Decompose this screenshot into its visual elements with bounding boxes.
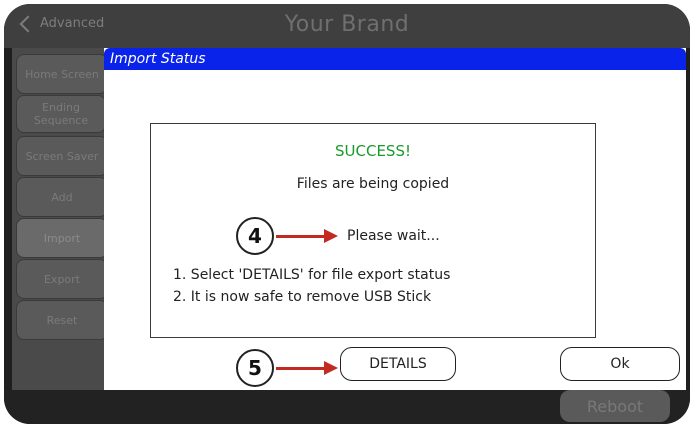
success-text: SUCCESS! — [335, 142, 411, 160]
sidebar-item-screen-saver[interactable]: Screen Saver — [16, 136, 108, 176]
sidebar-item-home-screen[interactable]: Home Screen — [16, 54, 108, 94]
message-box: SUCCESS! Files are being copied Please w… — [150, 123, 596, 338]
reboot-button[interactable]: Reboot — [560, 390, 670, 422]
callout-5: 5 — [236, 349, 274, 387]
please-wait-text: Please wait... — [347, 228, 440, 244]
sidebar-item-export[interactable]: Export — [16, 259, 108, 299]
copying-text: Files are being copied — [296, 176, 450, 192]
top-bar: Advanced Your Brand — [4, 4, 690, 48]
instruction-list: 1. Select 'DETAILS' for file export stat… — [173, 264, 450, 308]
import-status-dialog: Import Status SUCCESS! Files are being c… — [104, 48, 686, 390]
instruction-item: 1. Select 'DETAILS' for file export stat… — [173, 267, 451, 283]
brand-title: Your Brand — [284, 12, 410, 37]
sidebar: Home Screen Ending Sequence Screen Saver… — [12, 48, 108, 392]
callout-arrow-5 — [276, 361, 338, 375]
sidebar-item-import[interactable]: Import — [16, 218, 108, 258]
callout-4: 4 — [236, 217, 274, 255]
sidebar-item-reset[interactable]: Reset — [16, 300, 108, 340]
dialog-title: Import Status — [104, 48, 686, 70]
callout-arrow-4 — [276, 229, 338, 243]
ok-button[interactable]: Ok — [560, 347, 680, 381]
details-button[interactable]: DETAILS — [340, 347, 456, 381]
sidebar-item-ending-sequence[interactable]: Ending Sequence — [16, 95, 106, 133]
sidebar-item-add[interactable]: Add — [16, 177, 108, 217]
instruction-item: 2. It is now safe to remove USB Stick — [173, 289, 432, 305]
